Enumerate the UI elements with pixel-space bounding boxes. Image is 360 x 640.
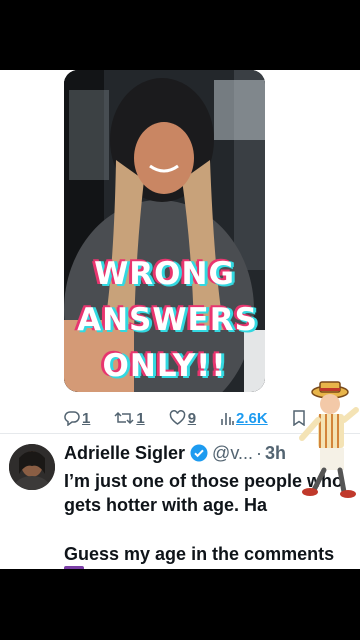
tweet-screenshot: WRONG ANSWERS ONLY!! 1 1 9 2.6K Adrielle… — [0, 70, 360, 569]
views-count: 2.6K — [236, 409, 268, 427]
repost-icon — [114, 410, 134, 426]
reply-button[interactable]: 1 — [64, 410, 90, 427]
reply-icon — [64, 410, 80, 426]
overlay-text-line-2: ANSWERS — [77, 302, 258, 338]
top-letterbox — [0, 0, 360, 70]
post-media[interactable]: WRONG ANSWERS ONLY!! — [64, 70, 265, 392]
separator: · — [256, 442, 262, 463]
overlay-text-line-3: ONLY!! — [102, 348, 227, 384]
author-handle[interactable]: @v... — [212, 443, 253, 464]
post-text-2: Guess my age in the comments — [64, 544, 335, 564]
post-header: Adrielle Sigler @v... · 3h — [64, 442, 286, 464]
views-icon — [220, 410, 234, 426]
like-icon — [169, 410, 186, 426]
like-button[interactable]: 9 — [169, 410, 196, 427]
bottom-letterbox — [0, 569, 360, 640]
repost-button[interactable]: 1 — [114, 409, 145, 427]
overlay-text-line-1: WRONG — [94, 256, 235, 292]
dancing-sticker-icon — [299, 381, 359, 498]
media-photo — [64, 70, 265, 392]
reply-count: 1 — [82, 409, 91, 427]
like-count: 9 — [187, 409, 197, 427]
avatar[interactable] — [9, 444, 55, 490]
verified-badge-icon — [190, 444, 208, 462]
author-name[interactable]: Adrielle Sigler — [64, 443, 185, 464]
views-button[interactable]: 2.6K — [220, 410, 268, 427]
post-time[interactable]: 3h — [265, 443, 286, 464]
repost-count: 1 — [136, 409, 145, 427]
